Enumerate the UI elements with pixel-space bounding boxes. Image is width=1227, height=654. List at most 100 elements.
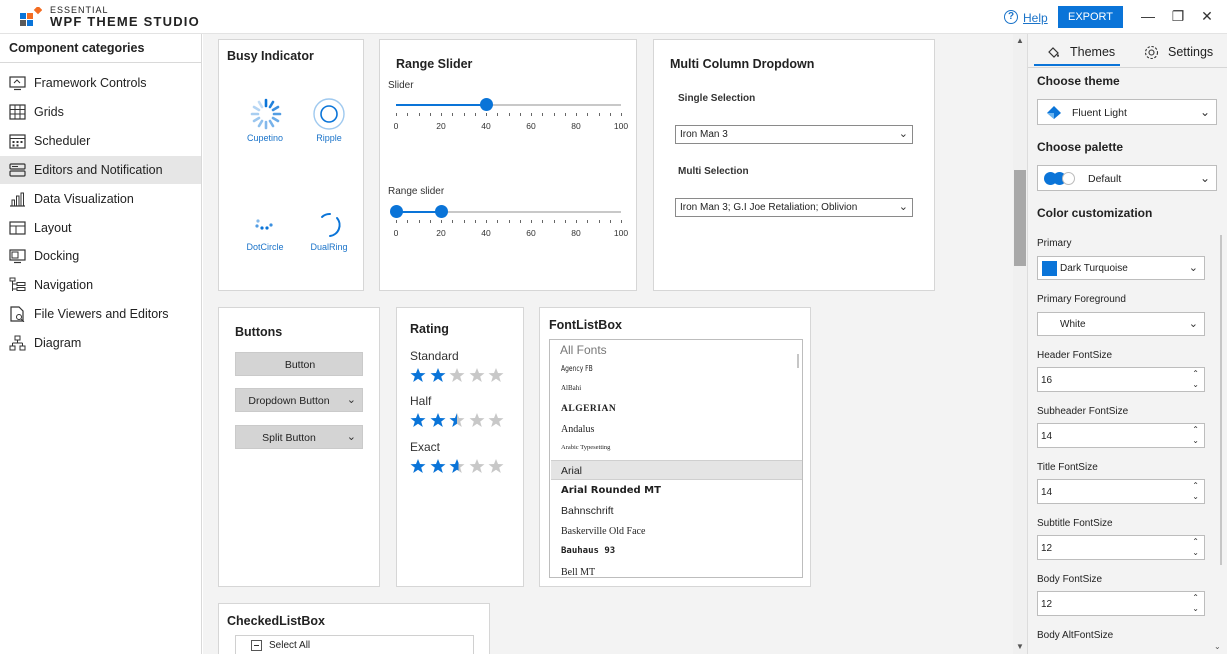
color-customization-label: Color customization bbox=[1037, 206, 1153, 220]
font-item[interactable]: Bahnschrift bbox=[551, 501, 802, 521]
star-icon[interactable] bbox=[488, 412, 504, 428]
tab-settings[interactable]: Settings bbox=[1144, 42, 1224, 66]
star-icon[interactable] bbox=[449, 458, 465, 474]
font-item[interactable]: Arial Rounded MT bbox=[551, 481, 802, 501]
font-item[interactable]: Baskerville Old Face bbox=[551, 522, 802, 542]
rating-label: Half bbox=[410, 394, 432, 408]
slider-tick bbox=[441, 220, 442, 223]
sidebar-item-scheduler[interactable]: Scheduler bbox=[0, 127, 201, 155]
dropdown-button[interactable]: Dropdown Button ⌄ bbox=[235, 388, 363, 412]
title-fontsize-input[interactable]: 14 ⌃ ⌄ bbox=[1037, 479, 1205, 504]
button[interactable]: Button bbox=[235, 352, 363, 376]
maximize-icon[interactable]: ❐ bbox=[1170, 8, 1186, 24]
star-icon[interactable] bbox=[430, 367, 446, 383]
primary-color-dropdown[interactable]: Dark Turquoise ⌄ bbox=[1037, 256, 1205, 280]
help-link[interactable]: Help bbox=[1023, 11, 1048, 25]
chevron-down-icon[interactable]: ⌄ bbox=[1192, 604, 1199, 613]
busy-label-dualring: DualRing bbox=[310, 242, 348, 252]
header-fontsize-input[interactable]: 16 ⌃ ⌄ bbox=[1037, 367, 1205, 392]
sidebar-item-editors-and-notification[interactable]: Editors and Notification bbox=[0, 156, 201, 184]
panel-scroll-down-icon[interactable]: ⌄ bbox=[1214, 642, 1221, 651]
ripple-spinner-icon bbox=[313, 98, 345, 130]
range-slider[interactable]: 0 20 40 60 80 100 bbox=[390, 205, 628, 255]
content-scrollbar-thumb[interactable] bbox=[1014, 170, 1026, 266]
chevron-down-icon: ⌄ bbox=[898, 201, 908, 213]
star-icon[interactable] bbox=[410, 367, 426, 383]
star-icon[interactable] bbox=[410, 458, 426, 474]
content-scrollbar[interactable]: ▲ ▼ bbox=[1013, 34, 1027, 654]
sidebar-item-docking[interactable]: Docking bbox=[0, 242, 201, 270]
range-slider-high-thumb[interactable] bbox=[435, 205, 448, 218]
multi-selection-dropdown[interactable]: Iron Man 3; G.I Joe Retaliation; Oblivio… bbox=[675, 198, 913, 217]
help-icon[interactable]: ? bbox=[1004, 10, 1018, 24]
chevron-up-icon[interactable]: ⌃ bbox=[1192, 369, 1199, 378]
star-icon[interactable] bbox=[469, 412, 485, 428]
select-all-checkbox[interactable] bbox=[251, 640, 262, 651]
font-item[interactable]: Arabic Typesetting bbox=[551, 440, 802, 460]
chevron-down-icon[interactable]: ⌄ bbox=[1192, 380, 1199, 389]
star-icon[interactable] bbox=[449, 412, 465, 428]
font-item[interactable]: Agency FB bbox=[551, 360, 802, 380]
scroll-down-icon[interactable]: ▼ bbox=[1016, 642, 1024, 651]
slider-tick-label: 40 bbox=[481, 121, 491, 131]
panel-scrollbar[interactable] bbox=[1220, 235, 1222, 565]
close-icon[interactable]: ✕ bbox=[1199, 8, 1215, 24]
sidebar-item-layout[interactable]: Layout bbox=[0, 214, 201, 242]
star-icon[interactable] bbox=[430, 458, 446, 474]
chevron-down-icon[interactable]: ⌄ bbox=[1192, 492, 1199, 501]
slider-tick bbox=[519, 220, 521, 223]
subheader-fontsize-input[interactable]: 14 ⌃ ⌄ bbox=[1037, 423, 1205, 448]
chevron-down-icon[interactable]: ⌄ bbox=[1192, 436, 1199, 445]
slider-tick bbox=[587, 220, 589, 223]
tab-themes[interactable]: Themes bbox=[1046, 42, 1126, 66]
body-fontsize-input[interactable]: 12 ⌃ ⌄ bbox=[1037, 591, 1205, 616]
slider-thumb[interactable] bbox=[480, 98, 493, 111]
slider-tick bbox=[463, 220, 465, 223]
chevron-down-icon[interactable]: ⌄ bbox=[1192, 548, 1199, 557]
star-icon[interactable] bbox=[449, 367, 465, 383]
chevron-up-icon[interactable]: ⌃ bbox=[1192, 537, 1199, 546]
scroll-up-icon[interactable]: ▲ bbox=[1016, 36, 1024, 45]
card-title: Range Slider bbox=[396, 57, 473, 71]
chevron-up-icon[interactable]: ⌃ bbox=[1192, 481, 1199, 490]
palette-swatch-icon bbox=[1044, 172, 1078, 185]
font-item[interactable]: Bauhaus 93 bbox=[551, 542, 802, 562]
star-icon[interactable] bbox=[469, 458, 485, 474]
star-icon[interactable] bbox=[488, 367, 504, 383]
font-item[interactable]: Andalus bbox=[551, 420, 802, 440]
palette-dropdown[interactable]: Default ⌄ bbox=[1037, 165, 1217, 191]
font-list-header: All Fonts bbox=[560, 343, 607, 357]
sidebar-item-grids[interactable]: Grids bbox=[0, 98, 201, 126]
range-slider-low-thumb[interactable] bbox=[390, 205, 403, 218]
font-item[interactable]: AlBahi bbox=[551, 380, 802, 400]
minimize-icon[interactable]: — bbox=[1140, 8, 1156, 24]
font-item-selected[interactable]: Arial bbox=[551, 460, 802, 480]
slider-tick bbox=[553, 220, 555, 223]
checked-list[interactable]: Select All bbox=[235, 635, 474, 654]
single-selection-dropdown[interactable]: Iron Man 3 ⌄ bbox=[675, 125, 913, 144]
split-button[interactable]: Split Button ⌄ bbox=[235, 425, 363, 449]
theme-dropdown[interactable]: Fluent Light ⌄ bbox=[1037, 99, 1217, 125]
font-list[interactable]: All Fonts Agency FB AlBahi ALGERIAN Anda… bbox=[549, 339, 803, 578]
chevron-down-icon[interactable]: ⌄ bbox=[347, 430, 356, 443]
font-item[interactable]: Bell MT bbox=[551, 563, 802, 577]
sidebar-item-framework-controls[interactable]: Framework Controls bbox=[0, 69, 201, 97]
star-icon[interactable] bbox=[410, 412, 426, 428]
chevron-up-icon[interactable]: ⌃ bbox=[1192, 593, 1199, 602]
primary-foreground-dropdown[interactable]: White ⌄ bbox=[1037, 312, 1205, 336]
slider-tick bbox=[396, 113, 397, 116]
slider-tick bbox=[441, 113, 442, 116]
sidebar-item-diagram[interactable]: Diagram bbox=[0, 329, 201, 357]
star-icon[interactable] bbox=[469, 367, 485, 383]
slider[interactable]: 0 20 40 60 80 100 bbox=[394, 98, 628, 148]
sidebar-item-file-viewers[interactable]: File Viewers and Editors bbox=[0, 300, 201, 328]
sidebar-item-navigation[interactable]: Navigation bbox=[0, 271, 201, 299]
export-button[interactable]: EXPORT bbox=[1058, 6, 1123, 28]
star-icon[interactable] bbox=[488, 458, 504, 474]
chevron-up-icon[interactable]: ⌃ bbox=[1192, 425, 1199, 434]
subtitle-fontsize-input[interactable]: 12 ⌃ ⌄ bbox=[1037, 535, 1205, 560]
star-icon[interactable] bbox=[430, 412, 446, 428]
font-item[interactable]: ALGERIAN bbox=[551, 400, 802, 420]
slider-tick bbox=[508, 220, 510, 223]
sidebar-item-data-visualization[interactable]: Data Visualization bbox=[0, 185, 201, 213]
